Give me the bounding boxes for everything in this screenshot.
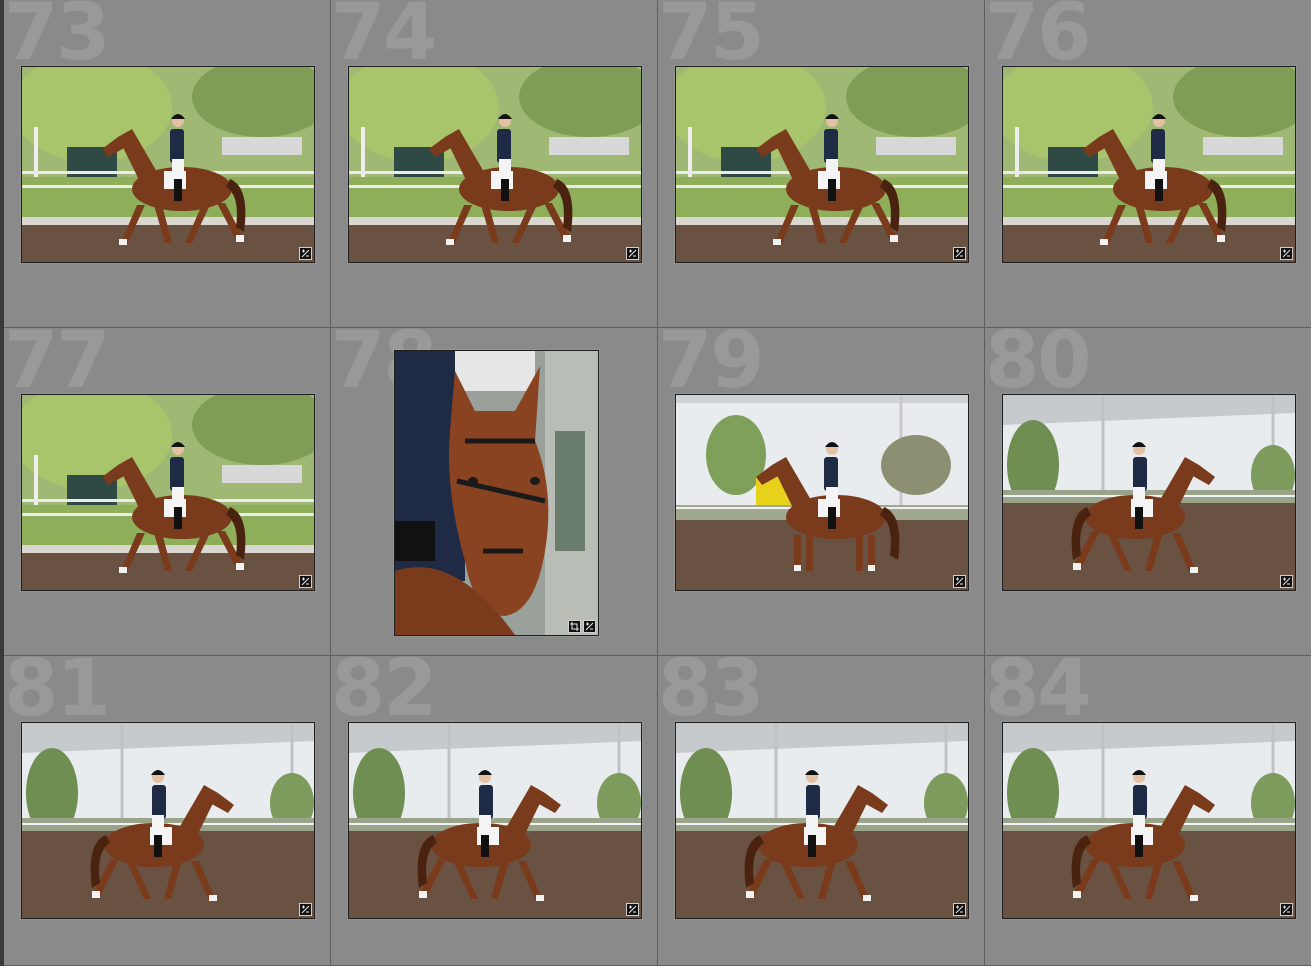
thumbnail-badges xyxy=(1280,575,1293,588)
grid-cell[interactable]: 84 xyxy=(985,656,1311,966)
photo-thumbnail[interactable] xyxy=(21,722,315,919)
develop-adjustments-icon[interactable] xyxy=(583,620,596,633)
photo-thumbnail[interactable] xyxy=(1002,66,1296,263)
grid-cell[interactable]: 81 xyxy=(4,656,331,966)
photo-thumbnail[interactable] xyxy=(1002,722,1296,919)
develop-adjustments-icon[interactable] xyxy=(626,903,639,916)
cell-index-number: 74 xyxy=(331,0,438,78)
photo-thumbnail[interactable] xyxy=(675,394,969,591)
thumbnail-badges xyxy=(1280,247,1293,260)
grid-cell[interactable]: 77 xyxy=(4,328,331,656)
thumbnail-badges xyxy=(299,247,312,260)
photo-thumbnail[interactable] xyxy=(675,722,969,919)
develop-adjustments-icon[interactable] xyxy=(626,247,639,260)
cell-index-number: 84 xyxy=(985,656,1092,734)
photo-thumbnail[interactable] xyxy=(1002,394,1296,591)
cell-index-number: 76 xyxy=(985,0,1092,78)
grid-cell[interactable]: 80 xyxy=(985,328,1311,656)
develop-adjustments-icon[interactable] xyxy=(1280,903,1293,916)
photo-thumbnail[interactable] xyxy=(21,66,315,263)
photo-thumbnail[interactable] xyxy=(394,350,599,636)
thumbnail-badges xyxy=(299,575,312,588)
cell-index-number: 80 xyxy=(985,328,1092,406)
grid-cell[interactable]: 74 xyxy=(331,0,658,328)
develop-adjustments-icon[interactable] xyxy=(299,575,312,588)
develop-adjustments-icon[interactable] xyxy=(299,903,312,916)
thumbnail-badges xyxy=(626,903,639,916)
cell-index-number: 77 xyxy=(4,328,111,406)
develop-adjustments-icon[interactable] xyxy=(1280,575,1293,588)
develop-adjustments-icon[interactable] xyxy=(299,247,312,260)
grid-cell[interactable]: 76 xyxy=(985,0,1311,328)
develop-adjustments-icon[interactable] xyxy=(1280,247,1293,260)
develop-adjustments-icon[interactable] xyxy=(953,903,966,916)
thumbnail-badges xyxy=(626,247,639,260)
crop-icon[interactable] xyxy=(568,620,581,633)
photo-thumbnail[interactable] xyxy=(21,394,315,591)
develop-adjustments-icon[interactable] xyxy=(953,247,966,260)
grid-cell[interactable]: 73 xyxy=(4,0,331,328)
cell-index-number: 82 xyxy=(331,656,438,734)
thumbnail-grid: 73 74 75 76 77 78 79 80 81 82 83 84 xyxy=(0,0,1311,966)
grid-cell[interactable]: 83 xyxy=(658,656,985,966)
cell-index-number: 73 xyxy=(4,0,111,78)
thumbnail-badges xyxy=(568,620,596,633)
photo-thumbnail[interactable] xyxy=(348,722,642,919)
thumbnail-badges xyxy=(1280,903,1293,916)
photo-thumbnail[interactable] xyxy=(675,66,969,263)
develop-adjustments-icon[interactable] xyxy=(953,575,966,588)
thumbnail-badges xyxy=(953,247,966,260)
cell-index-number: 75 xyxy=(658,0,765,78)
thumbnail-badges xyxy=(299,903,312,916)
thumbnail-badges xyxy=(953,903,966,916)
photo-thumbnail[interactable] xyxy=(348,66,642,263)
thumbnail-badges xyxy=(953,575,966,588)
cell-index-number: 79 xyxy=(658,328,765,406)
cell-index-number: 83 xyxy=(658,656,765,734)
cell-index-number: 81 xyxy=(4,656,111,734)
grid-cell[interactable]: 79 xyxy=(658,328,985,656)
grid-cell[interactable]: 75 xyxy=(658,0,985,328)
grid-cell[interactable]: 82 xyxy=(331,656,658,966)
grid-cell[interactable]: 78 xyxy=(331,328,658,656)
